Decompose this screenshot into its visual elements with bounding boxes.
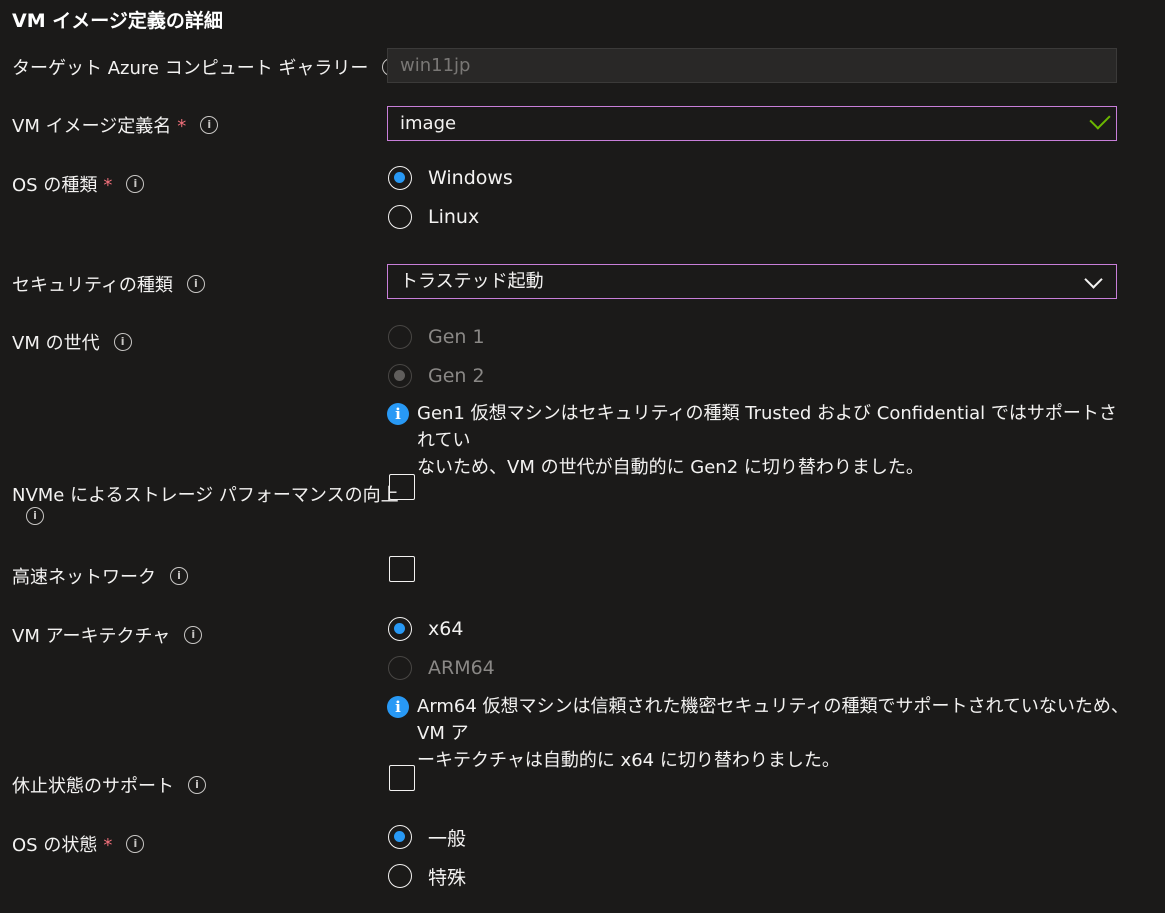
radio-unselected-icon[interactable] — [388, 864, 412, 888]
os-type-label: OS の種類 * i — [12, 171, 145, 197]
info-icon[interactable]: i — [200, 116, 219, 134]
image-def-name-label: VM イメージ定義名 * i — [12, 112, 219, 138]
chevron-down-icon — [1084, 270, 1103, 289]
info-icon[interactable]: i — [170, 567, 188, 585]
info-icon[interactable]: i — [26, 506, 44, 525]
info-icon[interactable]: i — [184, 626, 203, 644]
info-icon[interactable]: i — [126, 175, 145, 193]
os-state-label: OS の状態 * i — [12, 831, 145, 857]
required-asterisk: * — [177, 116, 187, 137]
vm-architecture-label: VM アーキテクチャ i — [12, 622, 203, 648]
nvme-label: NVMe によるストレージ パフォーマンスの向上 — [12, 485, 399, 506]
valid-check-icon — [1089, 108, 1111, 130]
nvme-info-wrap: i — [26, 506, 44, 528]
info-circle-icon: i — [387, 403, 409, 425]
message-line: ないため、VM の世代が自動的に Gen2 に切り替わりました。 — [417, 457, 924, 478]
section-title: VM イメージ定義の詳細 — [12, 10, 223, 32]
radio-unselected-icon[interactable] — [388, 205, 412, 229]
accel-network-checkbox[interactable] — [389, 556, 415, 582]
radio-selected-icon[interactable] — [388, 166, 412, 190]
vm-generation-label: VM の世代 i — [12, 329, 132, 355]
radio-disabled-icon — [388, 325, 412, 349]
message-line: ーキテクチャは自動的に x64 に切り替わりました。 — [417, 750, 840, 771]
info-icon[interactable]: i — [186, 275, 205, 293]
nvme-checkbox[interactable] — [389, 474, 415, 500]
radio-gen2: Gen 2 — [388, 361, 485, 391]
image-def-name-input[interactable]: image — [387, 106, 1117, 141]
message-line: Arm64 仮想マシンは信頼された機密セキュリティの種類でサポートされていないた… — [417, 696, 1129, 744]
radio-disabled-selected-icon — [388, 364, 412, 388]
radio-os-state-specialized[interactable]: 特殊 — [388, 861, 466, 891]
required-asterisk: * — [103, 175, 113, 196]
vm-generation-info-message: i Gen1 仮想マシンはセキュリティの種類 Trusted および Confi… — [387, 400, 1132, 481]
hibernation-label: 休止状態のサポート i — [12, 772, 206, 798]
radio-selected-icon[interactable] — [388, 617, 412, 641]
info-icon[interactable]: i — [113, 333, 132, 351]
target-gallery-label: ターゲット Azure コンピュート ギャラリーi — [12, 54, 401, 80]
security-type-label: セキュリティの種類 i — [12, 271, 205, 297]
accel-network-label: 高速ネットワーク i — [12, 563, 188, 589]
radio-os-state-generalized[interactable]: 一般 — [388, 822, 466, 852]
required-asterisk: * — [103, 835, 113, 856]
radio-arch-x64[interactable]: x64 — [388, 614, 463, 644]
radio-os-windows[interactable]: Windows — [388, 163, 513, 193]
vm-architecture-info-message: i Arm64 仮想マシンは信頼された機密セキュリティの種類でサポートされていな… — [387, 693, 1132, 774]
radio-selected-icon[interactable] — [388, 825, 412, 849]
hibernation-checkbox[interactable] — [389, 765, 415, 791]
target-gallery-field: win11jp — [387, 48, 1117, 83]
radio-disabled-icon — [388, 656, 412, 680]
info-circle-icon: i — [387, 696, 409, 718]
message-line: Gen1 仮想マシンはセキュリティの種類 Trusted および Confide… — [417, 403, 1117, 451]
security-type-dropdown[interactable]: トラステッド起動 — [387, 264, 1117, 299]
radio-gen1: Gen 1 — [388, 322, 485, 352]
info-icon[interactable]: i — [126, 835, 145, 853]
radio-os-linux[interactable]: Linux — [388, 202, 479, 232]
info-icon[interactable]: i — [188, 776, 206, 794]
radio-arch-arm64: ARM64 — [388, 653, 495, 683]
